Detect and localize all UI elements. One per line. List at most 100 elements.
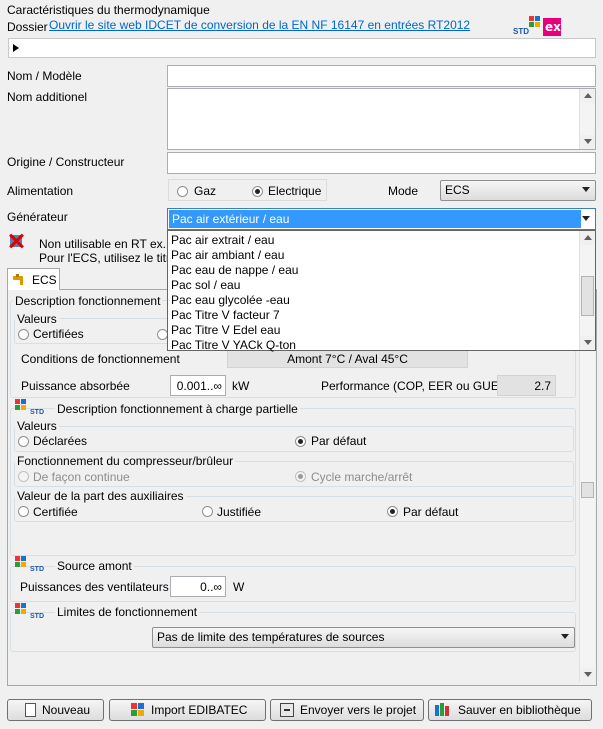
list-item[interactable]: Pac Titre V facteur 7 [171,308,280,322]
textarea-scrollbar[interactable] [579,89,595,149]
charge-valeurs-title: Valeurs [15,419,59,433]
std-label: STD [513,27,529,36]
list-item[interactable]: Pac air extrait / eau [171,233,274,247]
chevron-down-icon [582,216,590,221]
justifiee-radio[interactable] [202,506,213,517]
list-item[interactable]: Pac eau de nappe / eau [171,263,298,277]
generateur-select[interactable]: Pac air extérieur / eau [167,208,596,230]
ventilateurs-label: Puissances des ventilateurs [20,580,169,594]
certifiee-label: Certifiée [33,505,78,519]
origine-input[interactable] [167,152,596,174]
scroll-thumb[interactable] [581,482,594,498]
warning-line2: Pour l'ECS, utilisez le titre [39,251,177,265]
alimentation-label: Alimentation [7,184,74,198]
declarees-radio[interactable] [18,436,29,447]
std-label-3: STD [30,613,44,620]
dropdown-scrollbar[interactable] [579,231,595,350]
puissance-value: 0.001..∞ [176,379,222,393]
par-defaut-label: Par défaut [311,434,367,448]
import-edibatec-button[interactable]: Import EDIBATEC [109,699,266,721]
new-document-icon [25,703,36,717]
dossier-expander[interactable] [8,38,596,58]
aux-par-defaut-label: Par défaut [403,505,459,519]
list-item[interactable]: Pac Titre V YACk Q-ton [171,338,296,352]
ventilateurs-value: 0..∞ [200,580,222,594]
cycle-radio[interactable] [295,471,306,482]
auxiliaires-title: Valeur de la part des auxiliaires [15,489,186,503]
justifiee-label: Justifiée [217,505,262,519]
declarees-label: Déclarées [33,434,88,448]
std-ex-logo: STD ex [513,16,565,38]
electrique-radio[interactable] [252,186,263,197]
tab-ecs[interactable]: ECS [7,268,60,290]
par-defaut-radio[interactable] [295,436,306,447]
ventilateurs-input[interactable]: 0..∞ [170,576,226,597]
continue-radio[interactable] [18,471,29,482]
page-title: Caractéristiques du thermodynamique [7,3,210,17]
certifiees-radio[interactable] [18,329,29,340]
std-label-2: STD [30,566,44,573]
list-item[interactable]: Pac air ambiant / eau [171,248,284,262]
gaz-radio[interactable] [177,186,188,197]
std-label-1: STD [30,409,44,416]
compresseur-title: Fonctionnement du compresseur/brûleur [15,454,236,468]
conditions-label: Conditions de fonctionnement [21,352,180,366]
dossier-label: Dossier [7,20,48,34]
envoyer-button[interactable]: Envoyer vers le projet [270,699,424,721]
valeurs-title: Valeurs [15,312,59,326]
mode-label: Mode [388,184,419,198]
generateur-value: Pac air extérieur / eau [172,212,290,226]
mode-value: ECS [445,183,470,197]
desc-fonctionnement-title: Description fonctionnement [13,294,163,308]
performance-text: 2.7 [534,379,551,393]
chevron-down-icon [561,634,569,639]
conditions-text: Amont 7°C / Aval 45°C [287,352,408,366]
import-icon [131,703,145,717]
faucet-icon [13,274,27,286]
play-icon [13,44,19,52]
performance-label: Performance (COP, EER ou GUE) [321,379,503,393]
tab-ecs-label: ECS [32,273,57,287]
continue-label: De façon continue [33,470,130,484]
not-allowed-icon [8,233,24,249]
certifiee-radio[interactable] [18,506,29,517]
sauver-button[interactable]: Sauver en bibliothèque [428,699,592,721]
limites-value: Pas de limite des températures de source… [157,630,385,644]
send-icon [280,703,294,717]
puissance-label: Puissance absorbée [21,379,130,393]
source-amont-title: Source amont [55,559,134,573]
origine-label: Origine / Constructeur [7,155,125,169]
idcet-link[interactable]: Ouvrir le site web IDCET de conversion d… [49,18,470,32]
limites-select[interactable]: Pas de limite des températures de source… [152,627,575,648]
warning-line1: Non utilisable en RT ex. [39,237,166,251]
list-item[interactable]: Pac eau glycolée -eau [171,293,290,307]
nom-input[interactable] [167,65,596,87]
nom-additionel-textarea[interactable] [167,88,596,150]
limites-title: Limites de fonctionnement [55,605,200,619]
electrique-label: Electrique [268,184,322,198]
envoyer-label: Envoyer vers le projet [300,703,417,717]
nouveau-button[interactable]: Nouveau [7,699,104,721]
charge-partielle-title: Description fonctionnement à charge part… [55,402,300,416]
ex-label: ex [545,20,561,34]
ventilateurs-unit: W [233,580,245,594]
performance-value: 2.7 [497,375,556,396]
list-item[interactable]: Pac sol / eau [171,278,240,292]
generateur-label: Générateur [7,210,68,224]
sauver-label: Sauver en bibliothèque [458,703,581,717]
puissance-input[interactable]: 0.001..∞ [170,375,226,396]
certifiees-label: Certifiées [33,327,84,341]
nouveau-label: Nouveau [42,703,91,717]
scroll-thumb[interactable] [581,276,594,316]
cycle-label: Cycle marche/arrêt [311,470,413,484]
generateur-dropdown-list[interactable]: Pac air extrait / eau Pac air ambiant / … [167,230,596,352]
puissance-unit: kW [232,379,250,393]
save-library-icon [435,703,449,717]
nom-additionel-label: Nom additionel [7,90,88,104]
import-label: Import EDIBATEC [151,703,248,717]
list-item[interactable]: Pac Titre V Edel eau [171,323,280,337]
gaz-label: Gaz [194,184,217,198]
chevron-down-icon [582,187,590,192]
aux-par-defaut-radio[interactable] [387,506,398,517]
mode-select[interactable]: ECS [440,180,596,201]
